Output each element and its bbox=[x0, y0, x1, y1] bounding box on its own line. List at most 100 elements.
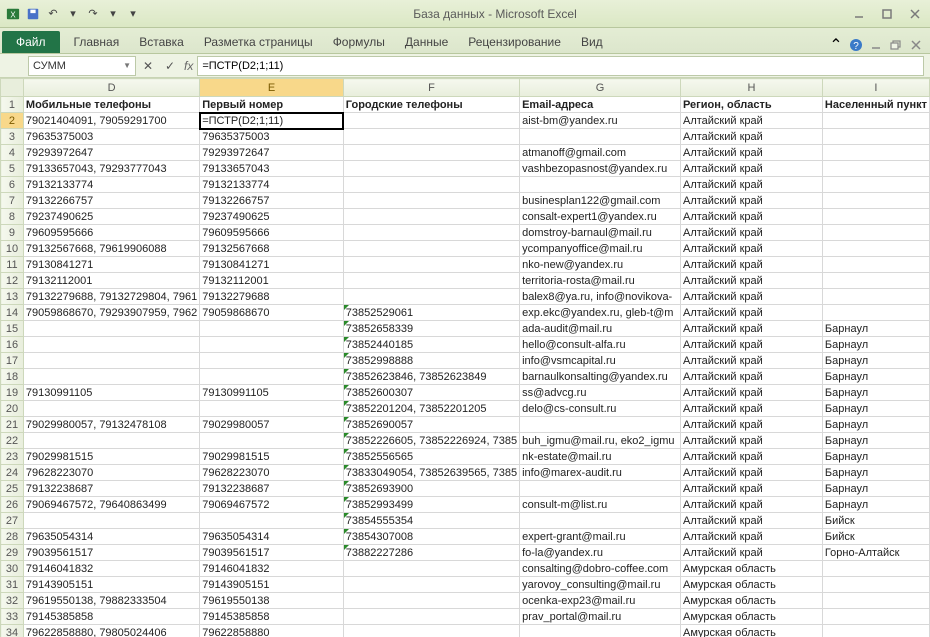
row-header[interactable]: 25 bbox=[1, 481, 24, 497]
close-button[interactable] bbox=[904, 6, 926, 22]
cell[interactable] bbox=[23, 369, 199, 385]
file-tab[interactable]: Файл bbox=[2, 31, 60, 53]
cell[interactable]: prav_portal@mail.ru bbox=[520, 609, 681, 625]
cell[interactable]: Барнаул bbox=[822, 417, 929, 433]
cell[interactable]: Амурская область bbox=[680, 609, 822, 625]
cell[interactable]: Алтайский край bbox=[680, 177, 822, 193]
cell[interactable]: Алтайский край bbox=[680, 529, 822, 545]
cell[interactable]: 79143905151 bbox=[200, 577, 344, 593]
cell[interactable]: 79132567668 bbox=[200, 241, 344, 257]
qat-dropdown2-icon[interactable]: ▾ bbox=[104, 5, 122, 23]
header-cell[interactable]: Мобильные телефоны bbox=[23, 97, 199, 113]
tab-data[interactable]: Данные bbox=[395, 31, 458, 53]
select-all-corner[interactable] bbox=[1, 79, 24, 97]
cell[interactable]: 79619550138, 79882333504 bbox=[23, 593, 199, 609]
cell[interactable]: 73854555354 bbox=[343, 513, 519, 529]
cell[interactable]: Алтайский край bbox=[680, 129, 822, 145]
cell[interactable]: 73852658339 bbox=[343, 321, 519, 337]
cell[interactable]: 79132567668, 79619906088 bbox=[23, 241, 199, 257]
row-header[interactable]: 26 bbox=[1, 497, 24, 513]
cell[interactable]: 79039561517 bbox=[23, 545, 199, 561]
cell[interactable] bbox=[343, 625, 519, 637]
cell[interactable]: Алтайский край bbox=[680, 193, 822, 209]
cell[interactable]: 79132133774 bbox=[200, 177, 344, 193]
cell[interactable] bbox=[343, 257, 519, 273]
cell[interactable]: 79132266757 bbox=[200, 193, 344, 209]
redo-icon[interactable]: ↷ bbox=[84, 5, 102, 23]
tab-insert[interactable]: Вставка bbox=[129, 31, 194, 53]
row-header[interactable]: 13 bbox=[1, 289, 24, 305]
cell[interactable] bbox=[822, 577, 929, 593]
row-header[interactable]: 34 bbox=[1, 625, 24, 637]
cell[interactable] bbox=[200, 321, 344, 337]
cell[interactable] bbox=[822, 305, 929, 321]
cell[interactable] bbox=[822, 561, 929, 577]
cell[interactable]: Барнаул bbox=[822, 385, 929, 401]
row-header[interactable]: 10 bbox=[1, 241, 24, 257]
row-header[interactable]: 28 bbox=[1, 529, 24, 545]
row-header[interactable]: 14 bbox=[1, 305, 24, 321]
cell[interactable]: 79237490625 bbox=[23, 209, 199, 225]
cell[interactable]: Алтайский край bbox=[680, 209, 822, 225]
cell[interactable]: 79133657043, 79293777043 bbox=[23, 161, 199, 177]
cell[interactable]: Алтайский край bbox=[680, 321, 822, 337]
row-header[interactable]: 16 bbox=[1, 337, 24, 353]
row-header[interactable]: 2 bbox=[1, 113, 24, 129]
cell[interactable]: 79146041832 bbox=[23, 561, 199, 577]
row-header[interactable]: 21 bbox=[1, 417, 24, 433]
cell[interactable]: Барнаул bbox=[822, 369, 929, 385]
cell[interactable]: 79029980057, 79132478108 bbox=[23, 417, 199, 433]
cell[interactable]: 79021404091, 79059291700 bbox=[23, 113, 199, 129]
row-header[interactable]: 18 bbox=[1, 369, 24, 385]
cell[interactable]: Алтайский край bbox=[680, 369, 822, 385]
cell[interactable]: consalting@dobro-coffee.com bbox=[520, 561, 681, 577]
row-header[interactable]: 15 bbox=[1, 321, 24, 337]
cell[interactable]: ada-audit@mail.ru bbox=[520, 321, 681, 337]
qat-dropdown-icon[interactable]: ▾ bbox=[64, 5, 82, 23]
cell[interactable]: ocenka-exp23@mail.ru bbox=[520, 593, 681, 609]
cell[interactable]: Алтайский край bbox=[680, 257, 822, 273]
cell[interactable]: Алтайский край bbox=[680, 449, 822, 465]
cell[interactable]: ss@advcg.ru bbox=[520, 385, 681, 401]
cell[interactable]: 79635375003 bbox=[200, 129, 344, 145]
cell[interactable] bbox=[23, 337, 199, 353]
cell[interactable]: info@vsmcapital.ru bbox=[520, 353, 681, 369]
cell[interactable]: 73852556565 bbox=[343, 449, 519, 465]
cell[interactable] bbox=[822, 209, 929, 225]
cell[interactable]: 79132238687 bbox=[200, 481, 344, 497]
cell[interactable] bbox=[343, 289, 519, 305]
cell[interactable] bbox=[343, 273, 519, 289]
cell[interactable]: 79132266757 bbox=[23, 193, 199, 209]
row-header[interactable]: 5 bbox=[1, 161, 24, 177]
cell[interactable]: Алтайский край bbox=[680, 401, 822, 417]
cell[interactable]: 79059868670 bbox=[200, 305, 344, 321]
cell[interactable]: 79130991105 bbox=[23, 385, 199, 401]
cell[interactable]: 73852440185 bbox=[343, 337, 519, 353]
cell[interactable]: 79059868670, 79293907959, 7962 bbox=[23, 305, 199, 321]
row-header[interactable]: 1 bbox=[1, 97, 24, 113]
cell[interactable]: Алтайский край bbox=[680, 241, 822, 257]
wb-minimize-icon[interactable] bbox=[868, 37, 884, 53]
namebox-dropdown-icon[interactable]: ▼ bbox=[123, 61, 131, 70]
cell[interactable] bbox=[23, 321, 199, 337]
col-header-I[interactable]: I bbox=[822, 79, 929, 97]
cell[interactable]: nk-estate@mail.ru bbox=[520, 449, 681, 465]
row-header[interactable]: 6 bbox=[1, 177, 24, 193]
cell[interactable] bbox=[343, 145, 519, 161]
cell[interactable]: Алтайский край bbox=[680, 113, 822, 129]
cell[interactable]: Алтайский край bbox=[680, 337, 822, 353]
cell[interactable]: barnaulkonsalting@yandex.ru bbox=[520, 369, 681, 385]
cell[interactable] bbox=[343, 593, 519, 609]
cell[interactable]: 79628223070 bbox=[23, 465, 199, 481]
cell[interactable]: 79619550138 bbox=[200, 593, 344, 609]
row-header[interactable]: 11 bbox=[1, 257, 24, 273]
cell[interactable] bbox=[343, 561, 519, 577]
row-header[interactable]: 9 bbox=[1, 225, 24, 241]
cell[interactable] bbox=[200, 513, 344, 529]
cell[interactable]: 79130841271 bbox=[200, 257, 344, 273]
row-header[interactable]: 7 bbox=[1, 193, 24, 209]
cell[interactable]: Барнаул bbox=[822, 321, 929, 337]
cell[interactable]: 79143905151 bbox=[23, 577, 199, 593]
cell[interactable] bbox=[343, 577, 519, 593]
cell[interactable]: exp.ekc@yandex.ru, gleb-t@m bbox=[520, 305, 681, 321]
